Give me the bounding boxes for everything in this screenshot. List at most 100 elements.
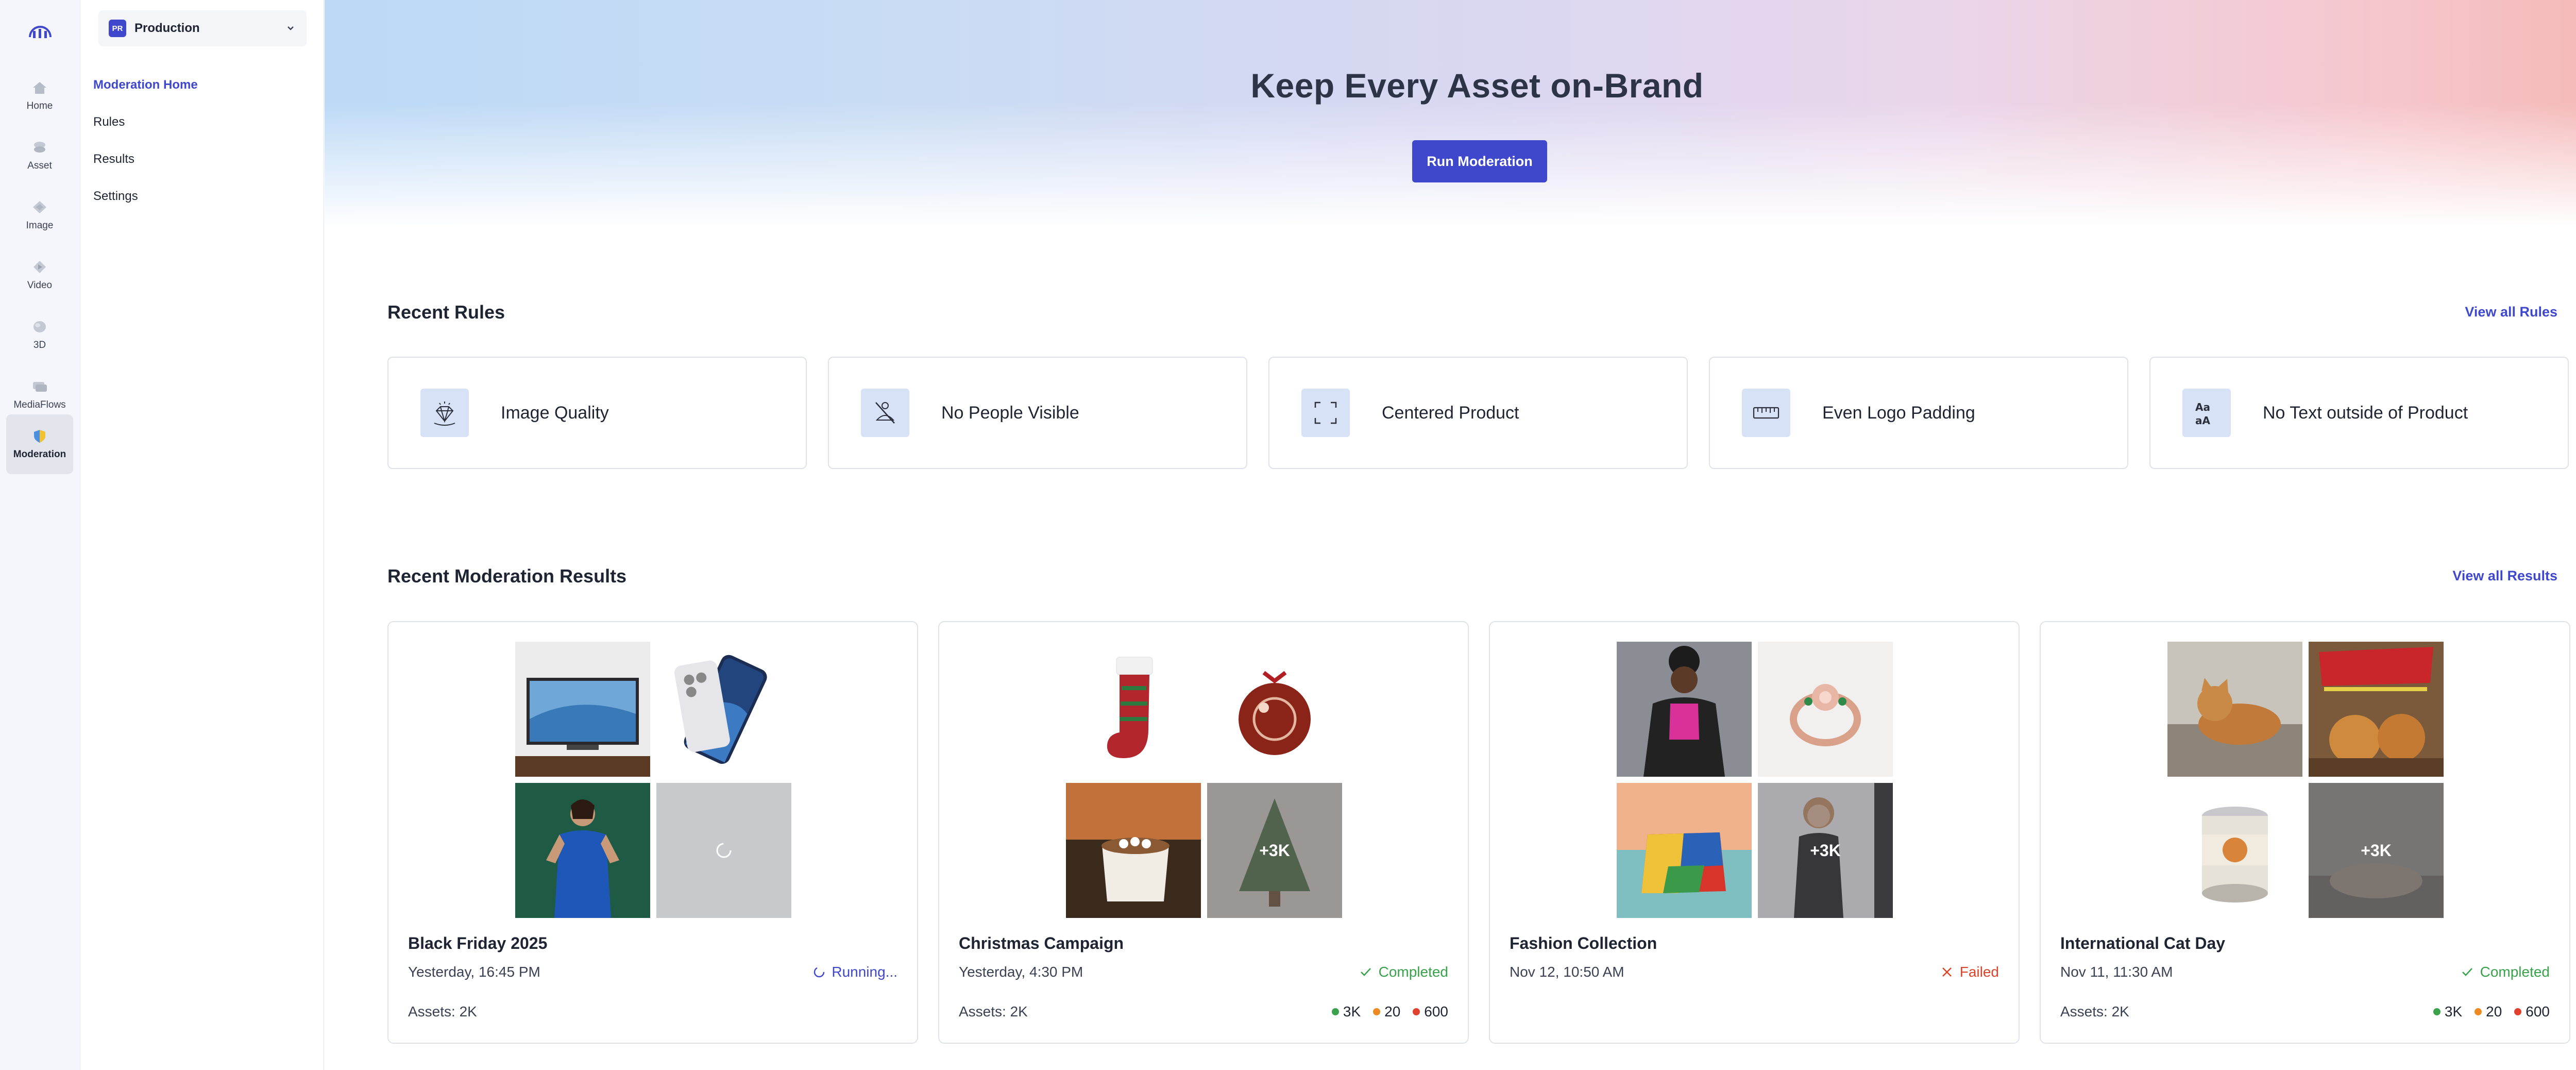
count-warning: 20	[2475, 1004, 2502, 1020]
result-assets: Assets: 2K	[408, 1004, 477, 1019]
rule-card-no-people-visible[interactable]: No People Visible	[828, 357, 1247, 469]
subnav-item-results[interactable]: Results	[93, 146, 134, 172]
view-all-rules-link[interactable]: View all Rules	[2465, 304, 2557, 320]
result-status: Failed	[1940, 964, 1999, 980]
count-failed-value: 600	[1424, 1004, 1448, 1019]
result-title: Christmas Campaign	[959, 934, 1124, 952]
shield-icon	[34, 430, 45, 443]
rail-label-asset: Asset	[27, 160, 52, 171]
result-assets: Assets: 2K	[2060, 1004, 2129, 1019]
result-assets: Assets: 2K	[959, 1004, 1028, 1019]
environment-badge: PR	[109, 20, 126, 37]
view-all-results-link[interactable]: View all Results	[2452, 568, 2557, 584]
subnav-item-settings[interactable]: Settings	[93, 183, 138, 209]
hero-banner: Keep Every Asset on-Brand Run Moderation	[325, 0, 2576, 227]
count-passed-value: 3K	[2444, 1004, 2463, 1019]
result-counts: 3K 20 600	[2433, 1004, 2550, 1020]
subnav-item-rules[interactable]: Rules	[93, 109, 125, 135]
rail-label-3d: 3D	[33, 340, 46, 350]
result-status-label: Failed	[1959, 964, 1999, 980]
result-date: Yesterday, 16:45 PM	[408, 964, 540, 980]
subnav-item-moderation-home[interactable]: Moderation Home	[93, 72, 198, 98]
result-title: International Cat Day	[2060, 934, 2226, 952]
rail-label-video: Video	[27, 280, 53, 291]
count-warning: 20	[1373, 1004, 1400, 1020]
thumbnail-phone	[656, 642, 791, 777]
svg-text:Aa: Aa	[2195, 401, 2210, 413]
result-status: Completed	[1359, 964, 1448, 980]
result-card-black-friday[interactable]: Black Friday 2025 Yesterday, 16:45 PM Ru…	[387, 621, 918, 1044]
more-count: +3K	[1758, 783, 1893, 918]
green-dot-icon	[1331, 1008, 1339, 1015]
rule-name: Image Quality	[501, 403, 609, 423]
rule-card-image-quality[interactable]: Image Quality	[387, 357, 807, 469]
environment-select[interactable]: PR Production	[98, 10, 307, 46]
thumbnail-woman-blue-dress	[515, 783, 650, 918]
thumbnail-ring	[1758, 642, 1893, 777]
rule-name: Centered Product	[1382, 403, 1519, 423]
check-icon	[2462, 968, 2472, 976]
thumbnail-woman-black-outfit: +3K	[1758, 783, 1893, 918]
cloud-logo-icon[interactable]	[25, 21, 56, 41]
result-status-label: Completed	[1378, 964, 1448, 980]
rail-item-asset[interactable]: Asset	[6, 126, 73, 186]
count-failed: 600	[2514, 1004, 2550, 1020]
thumbnail-woman-jacket	[1617, 642, 1752, 777]
moderation-subnav: PR Production Moderation Home Rules Resu…	[81, 0, 324, 1070]
result-date: Nov 11, 11:30 AM	[2060, 964, 2173, 980]
main-content: Keep Every Asset on-Brand Run Moderation…	[325, 0, 2576, 1070]
rule-card-even-logo-padding[interactable]: Even Logo Padding	[1709, 357, 2128, 469]
environment-name: Production	[134, 21, 200, 35]
svg-text:aA: aA	[2195, 414, 2210, 427]
recent-rules-title: Recent Rules	[387, 302, 505, 323]
thumbnail-christmas-tree: +3K	[1207, 783, 1342, 918]
rail-item-video[interactable]: Video	[6, 245, 73, 305]
rule-card-no-text-outside-product[interactable]: Aa aA No Text outside of Product	[2149, 357, 2569, 469]
thumbnail-stocking	[1066, 642, 1201, 777]
thumbnail-grid: +3K	[1617, 642, 1893, 918]
cube-icon	[33, 321, 46, 332]
thumbnail-hot-chocolate	[1066, 783, 1201, 918]
rail-item-image[interactable]: Image	[6, 186, 73, 245]
count-warning-value: 20	[2486, 1004, 2502, 1019]
thumbnail-cat-food-can	[2167, 783, 2302, 918]
result-card-christmas-campaign[interactable]: +3K Christmas Campaign Yesterday, 4:30 P…	[938, 621, 1469, 1044]
asset-icon	[34, 142, 45, 153]
spinner-icon	[814, 966, 825, 978]
rule-name: No People Visible	[941, 403, 1079, 423]
result-card-international-cat-day[interactable]: +3K International Cat Day Nov 11, 11:30 …	[2040, 621, 2570, 1044]
recent-results-title: Recent Moderation Results	[387, 565, 627, 587]
result-status-label: Completed	[2480, 964, 2550, 980]
chevron-down-icon	[287, 26, 294, 30]
video-icon	[33, 261, 46, 273]
result-status-label: Running...	[832, 964, 897, 980]
result-title: Fashion Collection	[1510, 934, 1657, 952]
rule-card-centered-product[interactable]: Centered Product	[1268, 357, 1688, 469]
thumbnail-grid: +3K	[2167, 642, 2444, 918]
text-case-icon: Aa aA	[2182, 389, 2231, 437]
red-dot-icon	[1413, 1008, 1420, 1015]
thumbnail-cat-sleeping: +3K	[2309, 783, 2444, 918]
mediaflows-icon	[33, 382, 47, 392]
ruler-icon	[1742, 389, 1790, 437]
more-count: +3K	[1207, 783, 1342, 918]
result-card-fashion-collection[interactable]: +3K Fashion Collection Nov 12, 10:50 AM …	[1489, 621, 2020, 1044]
count-failed: 600	[1413, 1004, 1448, 1020]
orange-dot-icon	[2475, 1008, 2482, 1015]
more-count: +3K	[2309, 783, 2444, 918]
result-date: Nov 12, 10:50 AM	[1510, 964, 1624, 980]
thumbnail-cat-window	[2167, 642, 2302, 777]
app-rail: Home Asset Image Video 3D MediaFlows Mod…	[0, 0, 80, 1070]
image-icon	[33, 201, 46, 213]
home-icon	[33, 82, 46, 94]
thumbnail-tv	[515, 642, 650, 777]
focus-frame-icon	[1301, 389, 1350, 437]
rail-item-3d[interactable]: 3D	[6, 305, 73, 365]
rail-label-moderation: Moderation	[13, 449, 66, 460]
run-moderation-button[interactable]: Run Moderation	[1412, 140, 1547, 182]
rule-name: No Text outside of Product	[2263, 403, 2468, 423]
rail-item-home[interactable]: Home	[6, 66, 73, 126]
thumbnail-grid	[515, 642, 791, 918]
rail-item-moderation[interactable]: Moderation	[6, 414, 73, 474]
hero-title: Keep Every Asset on-Brand	[1250, 66, 1704, 105]
